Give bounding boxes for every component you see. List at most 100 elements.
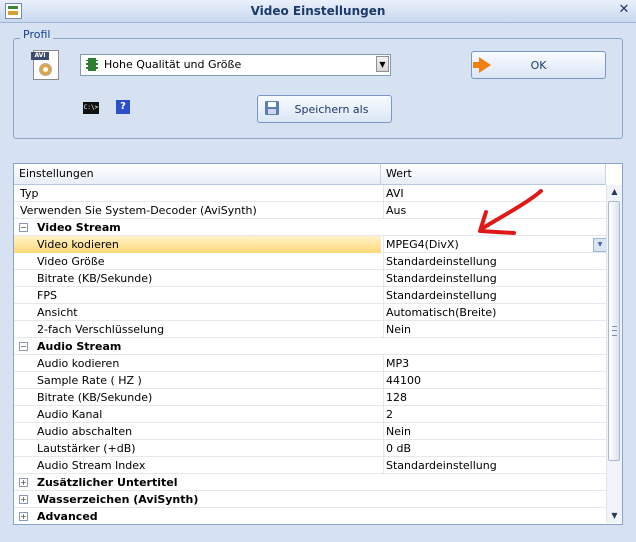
- category-label: − Audio Stream: [14, 338, 381, 355]
- property-name: Audio abschalten: [14, 423, 381, 440]
- grid-category-row[interactable]: + Advanced: [14, 508, 606, 524]
- property-name: FPS: [14, 287, 381, 304]
- property-name: 2-fach Verschlüsselung: [14, 321, 381, 338]
- property-value-text: 44100: [386, 374, 421, 387]
- ok-button-label: OK: [530, 59, 547, 72]
- property-name-text: Ansicht: [37, 306, 78, 319]
- title-bar: Video Einstellungen ✕: [0, 0, 636, 23]
- chevron-down-icon[interactable]: ▼: [376, 56, 389, 72]
- category-title: Zusätzlicher Untertitel: [37, 476, 178, 489]
- property-name: Audio Stream Index: [14, 457, 381, 474]
- avi-file-icon: AVI: [31, 50, 59, 80]
- collapse-icon[interactable]: −: [19, 223, 28, 232]
- expand-icon[interactable]: +: [19, 478, 28, 487]
- property-name-text: Audio kodieren: [37, 357, 120, 370]
- grid-category-row[interactable]: + Wasserzeichen (AviSynth): [14, 491, 606, 508]
- property-value-text: Nein: [386, 425, 412, 438]
- disc-icon: [39, 63, 52, 76]
- grid-category-row[interactable]: − Video Stream: [14, 219, 606, 236]
- property-name: Typ: [14, 185, 381, 202]
- property-value-text: Standardeinstellung: [386, 289, 497, 302]
- category-label: − Video Stream: [14, 219, 381, 236]
- column-header-settings[interactable]: Einstellungen: [14, 164, 381, 184]
- property-value[interactable]: MP3: [383, 355, 609, 372]
- grid-property-row[interactable]: Ansicht Automatisch(Breite): [14, 304, 606, 321]
- category-title: Audio Stream: [37, 340, 122, 353]
- grid-property-row[interactable]: 2-fach Verschlüsselung Nein: [14, 321, 606, 338]
- collapse-icon[interactable]: −: [19, 342, 28, 351]
- property-name: Lautstärker (+dB): [14, 440, 381, 457]
- property-name: Video kodieren: [14, 236, 381, 253]
- grid-property-row[interactable]: Typ AVI: [14, 185, 606, 202]
- property-value-text: AVI: [386, 187, 404, 200]
- property-value[interactable]: 2: [383, 406, 609, 423]
- property-name: Video Größe: [14, 253, 381, 270]
- property-name: Audio kodieren: [14, 355, 381, 372]
- property-value[interactable]: AVI: [383, 185, 609, 202]
- scrollbar-thumb[interactable]: [608, 201, 620, 461]
- property-value-text: Standardeinstellung: [386, 459, 497, 472]
- property-value[interactable]: Standardeinstellung: [383, 457, 609, 474]
- save-as-button-label: Speichern als: [294, 103, 369, 116]
- property-value-text: MP3: [386, 357, 410, 370]
- property-name-text: Audio Kanal: [37, 408, 103, 421]
- grid-property-row[interactable]: Lautstärker (+dB) 0 dB: [14, 440, 606, 457]
- property-value[interactable]: 0 dB: [383, 440, 609, 457]
- property-value[interactable]: Nein: [383, 321, 609, 338]
- grid-property-row[interactable]: FPS Standardeinstellung: [14, 287, 606, 304]
- property-value-text: 2: [386, 408, 393, 421]
- property-value-text: MPEG4(DivX): [386, 238, 459, 251]
- save-as-button[interactable]: Speichern als: [257, 95, 392, 123]
- help-icon[interactable]: ?: [116, 100, 130, 114]
- property-value[interactable]: Automatisch(Breite): [383, 304, 609, 321]
- property-name-text: Audio abschalten: [37, 425, 133, 438]
- property-name-text: 2-fach Verschlüsselung: [37, 323, 165, 336]
- property-name: Sample Rate ( HZ ): [14, 372, 381, 389]
- property-name-text: Video Größe: [37, 255, 105, 268]
- scroll-down-icon[interactable]: ▼: [607, 509, 622, 523]
- grid-property-row[interactable]: Audio kodieren MP3: [14, 355, 606, 372]
- property-name-text: Lautstärker (+dB): [37, 442, 136, 455]
- property-value[interactable]: Standardeinstellung: [383, 270, 609, 287]
- property-value[interactable]: Standardeinstellung: [383, 253, 609, 270]
- command-line-icon[interactable]: C:\>: [83, 102, 99, 114]
- close-button[interactable]: ✕: [616, 3, 632, 17]
- property-value-text: Automatisch(Breite): [386, 306, 497, 319]
- column-header-value[interactable]: Wert: [381, 164, 606, 184]
- property-name-text: Verwenden Sie System-Decoder (AviSynth): [20, 204, 257, 217]
- property-value[interactable]: MPEG4(DivX) ▼: [383, 236, 609, 253]
- category-label: + Zusätzlicher Untertitel: [14, 474, 381, 491]
- grid-property-row[interactable]: Video Größe Standardeinstellung: [14, 253, 606, 270]
- property-value[interactable]: Nein: [383, 423, 609, 440]
- avi-icon-label: AVI: [31, 52, 49, 60]
- grid-property-row[interactable]: Verwenden Sie System-Decoder (AviSynth) A…: [14, 202, 606, 219]
- grid-property-row[interactable]: Audio Kanal 2: [14, 406, 606, 423]
- property-name-text: Bitrate (KB/Sekunde): [37, 391, 153, 404]
- property-name: Audio Kanal: [14, 406, 381, 423]
- profile-select[interactable]: Hohe Qualität und Größe ▼: [80, 54, 391, 76]
- vertical-scrollbar[interactable]: ▲ ▼: [606, 185, 622, 523]
- ok-button[interactable]: OK: [471, 51, 606, 79]
- property-value[interactable]: 128: [383, 389, 609, 406]
- property-value[interactable]: Aus: [383, 202, 609, 219]
- property-value-text: 128: [386, 391, 407, 404]
- grid-property-row[interactable]: Video kodieren MPEG4(DivX) ▼: [14, 236, 609, 253]
- grip-icon: [612, 326, 617, 336]
- grid-property-row[interactable]: Audio abschalten Nein: [14, 423, 606, 440]
- property-name-text: Sample Rate ( HZ ): [37, 374, 142, 387]
- property-value-text: Standardeinstellung: [386, 272, 497, 285]
- grid-property-row[interactable]: Audio Stream Index Standardeinstellung: [14, 457, 606, 474]
- expand-icon[interactable]: +: [19, 495, 28, 504]
- grid-property-row[interactable]: Bitrate (KB/Sekunde) Standardeinstellung: [14, 270, 606, 287]
- scroll-up-icon[interactable]: ▲: [607, 185, 622, 199]
- grid-property-row[interactable]: Bitrate (KB/Sekunde) 128: [14, 389, 606, 406]
- grid-category-row[interactable]: + Zusätzlicher Untertitel: [14, 474, 606, 491]
- grid-category-row[interactable]: − Audio Stream: [14, 338, 606, 355]
- property-name-text: Bitrate (KB/Sekunde): [37, 272, 153, 285]
- grid-property-row[interactable]: Sample Rate ( HZ ) 44100: [14, 372, 606, 389]
- expand-icon[interactable]: +: [19, 512, 28, 521]
- property-name-text: Audio Stream Index: [37, 459, 146, 472]
- property-value[interactable]: Standardeinstellung: [383, 287, 609, 304]
- property-value[interactable]: 44100: [383, 372, 609, 389]
- chevron-down-icon[interactable]: ▼: [593, 238, 607, 252]
